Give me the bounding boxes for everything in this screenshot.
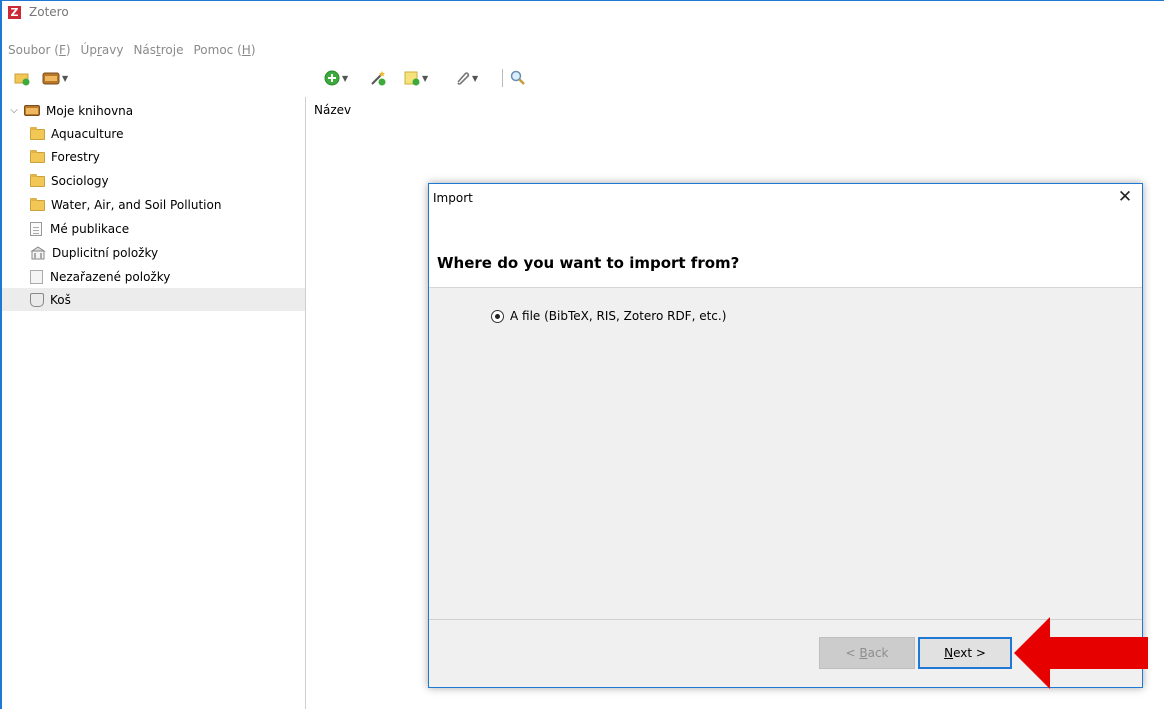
dialog-heading: Where do you want to import from? xyxy=(437,254,740,272)
search-icon xyxy=(510,70,525,85)
menu-file[interactable]: Soubor (F) xyxy=(8,43,71,57)
tree-item-my-publications[interactable]: Mé publikace xyxy=(2,217,305,240)
new-collection-button[interactable] xyxy=(14,69,30,87)
menu-help[interactable]: Pomoc (H) xyxy=(194,43,256,57)
dialog-body: A file (BibTeX, RIS, Zotero RDF, etc.) xyxy=(429,289,1142,620)
tree-item-duplicates[interactable]: Duplicitní položky xyxy=(2,241,305,264)
library-icon xyxy=(42,72,60,85)
toolbar: ▼ ▼ ▼ ▼ xyxy=(2,65,1164,93)
chevron-down-icon: ▼ xyxy=(62,73,69,83)
folder-icon xyxy=(30,173,45,187)
folder-icon xyxy=(30,126,45,140)
tree-item-my-library[interactable]: ⌵ Moje knihovna xyxy=(2,99,305,122)
tree-item-label: Sociology xyxy=(51,173,109,188)
zotero-logo-icon: Z xyxy=(8,5,21,19)
tree-item-label: Mé publikace xyxy=(50,221,130,236)
folder-icon xyxy=(30,197,45,211)
chevron-down-icon: ▼ xyxy=(472,73,479,83)
tree-item-label: Water, Air, and Soil Pollution xyxy=(51,197,222,212)
back-button[interactable]: < Back xyxy=(819,637,915,669)
note-icon xyxy=(404,71,420,86)
document-icon xyxy=(30,221,42,236)
trash-icon xyxy=(30,292,44,307)
toolbar-separator xyxy=(502,69,503,87)
tree-item-label: Koš xyxy=(50,292,71,307)
new-collection-icon xyxy=(14,73,30,86)
collections-pane: ⌵ Moje knihovna Aquaculture Forestry Soc… xyxy=(2,97,306,709)
annotation-arrow-icon xyxy=(1014,617,1148,689)
add-icon xyxy=(324,70,340,86)
import-dialog: Import ✕ Where do you want to import fro… xyxy=(428,183,1143,688)
close-icon[interactable]: ✕ xyxy=(1116,187,1134,207)
radio-selected-icon[interactable] xyxy=(491,309,504,323)
chevron-down-icon[interactable]: ⌵ xyxy=(8,105,20,116)
menu-tools[interactable]: Nástroje xyxy=(133,43,183,57)
new-note-button[interactable]: ▼ xyxy=(404,69,428,87)
dialog-header: Where do you want to import from? xyxy=(429,212,1142,288)
tree-item-forestry[interactable]: Forestry xyxy=(2,145,305,168)
tree-item-label: Duplicitní položky xyxy=(52,245,159,260)
import-source-option-file[interactable]: A file (BibTeX, RIS, Zotero RDF, etc.) xyxy=(491,309,726,323)
add-attachment-button[interactable]: ▼ xyxy=(454,69,478,87)
advanced-search-button[interactable] xyxy=(510,69,526,87)
menu-bar: Soubor (F) Úpravy Nástroje Pomoc (H) xyxy=(2,39,256,61)
library-icon xyxy=(24,105,40,116)
tree-item-aquaculture[interactable]: Aquaculture xyxy=(2,122,305,145)
window-title: Zotero xyxy=(29,5,69,19)
folder-icon xyxy=(30,149,45,163)
title-bar: Z Zotero xyxy=(2,1,1164,23)
magic-wand-icon xyxy=(371,71,386,86)
add-by-identifier-button[interactable] xyxy=(370,69,386,87)
chevron-down-icon: ▼ xyxy=(342,73,349,83)
chevron-down-icon: ▼ xyxy=(422,73,429,83)
tree-item-sociology[interactable]: Sociology xyxy=(2,169,305,192)
column-header-title[interactable]: Název xyxy=(314,103,351,117)
new-item-button[interactable]: ▼ xyxy=(324,69,348,87)
dialog-title: Import xyxy=(433,191,473,205)
tree-item-water-air-soil[interactable]: Water, Air, and Soil Pollution xyxy=(2,193,305,216)
tree-item-label: Aquaculture xyxy=(51,126,124,141)
unfiled-icon xyxy=(30,269,43,284)
dialog-title-bar: Import ✕ xyxy=(429,184,1142,212)
tree-item-unfiled[interactable]: Nezařazené položky xyxy=(2,265,305,288)
tree-item-label: Nezařazené položky xyxy=(50,269,171,284)
tree-item-trash[interactable]: Koš xyxy=(2,288,305,311)
next-button[interactable]: Next > xyxy=(918,637,1012,669)
duplicates-icon xyxy=(30,245,46,259)
menu-edit[interactable]: Úpravy xyxy=(81,43,124,57)
paperclip-icon xyxy=(457,72,470,85)
new-library-button[interactable]: ▼ xyxy=(42,69,68,87)
tree-item-label: Moje knihovna xyxy=(46,103,134,118)
option-label: A file (BibTeX, RIS, Zotero RDF, etc.) xyxy=(510,309,727,323)
tree-item-label: Forestry xyxy=(51,149,100,164)
